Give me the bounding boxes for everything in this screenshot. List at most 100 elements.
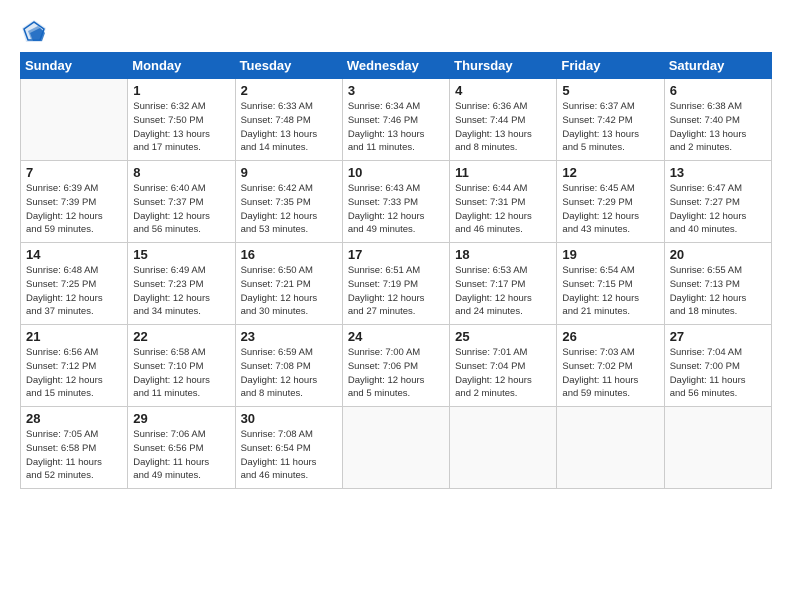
day-info: Sunrise: 6:34 AM Sunset: 7:46 PM Dayligh…: [348, 100, 444, 155]
day-cell: 26 Sunrise: 7:03 AM Sunset: 7:02 PM Dayli…: [557, 325, 664, 407]
day-number: 26: [562, 329, 658, 344]
day-info: Sunrise: 7:01 AM Sunset: 7:04 PM Dayligh…: [455, 346, 551, 401]
day-number: 19: [562, 247, 658, 262]
day-number: 8: [133, 165, 229, 180]
day-cell: 15 Sunrise: 6:49 AM Sunset: 7:23 PM Dayli…: [128, 243, 235, 325]
day-cell: 23 Sunrise: 6:59 AM Sunset: 7:08 PM Dayli…: [235, 325, 342, 407]
day-info: Sunrise: 6:56 AM Sunset: 7:12 PM Dayligh…: [26, 346, 122, 401]
day-number: 24: [348, 329, 444, 344]
day-info: Sunrise: 6:54 AM Sunset: 7:15 PM Dayligh…: [562, 264, 658, 319]
day-cell: 10 Sunrise: 6:43 AM Sunset: 7:33 PM Dayli…: [342, 161, 449, 243]
day-cell: 14Sunrise: 6:48 AM Sunset: 7:25 PM Dayli…: [21, 243, 128, 325]
day-number: 3: [348, 83, 444, 98]
day-cell: 13 Sunrise: 6:47 AM Sunset: 7:27 PM Dayli…: [664, 161, 771, 243]
day-cell: 25 Sunrise: 7:01 AM Sunset: 7:04 PM Dayli…: [450, 325, 557, 407]
day-info: Sunrise: 6:42 AM Sunset: 7:35 PM Dayligh…: [241, 182, 337, 237]
day-cell: [21, 79, 128, 161]
day-number: 22: [133, 329, 229, 344]
day-cell: 5Sunrise: 6:37 AM Sunset: 7:42 PM Daylig…: [557, 79, 664, 161]
header-row: SundayMondayTuesdayWednesdayThursdayFrid…: [21, 53, 772, 79]
day-number: 18: [455, 247, 551, 262]
day-info: Sunrise: 6:59 AM Sunset: 7:08 PM Dayligh…: [241, 346, 337, 401]
day-cell: 4Sunrise: 6:36 AM Sunset: 7:44 PM Daylig…: [450, 79, 557, 161]
page: SundayMondayTuesdayWednesdayThursdayFrid…: [0, 0, 792, 612]
col-header-wednesday: Wednesday: [342, 53, 449, 79]
week-row-1: 7Sunrise: 6:39 AM Sunset: 7:39 PM Daylig…: [21, 161, 772, 243]
day-number: 9: [241, 165, 337, 180]
day-cell: 6 Sunrise: 6:38 AM Sunset: 7:40 PM Daylig…: [664, 79, 771, 161]
day-info: Sunrise: 7:05 AM Sunset: 6:58 PM Dayligh…: [26, 428, 122, 483]
day-number: 17: [348, 247, 444, 262]
day-info: Sunrise: 6:58 AM Sunset: 7:10 PM Dayligh…: [133, 346, 229, 401]
day-cell: 7Sunrise: 6:39 AM Sunset: 7:39 PM Daylig…: [21, 161, 128, 243]
day-cell: 9 Sunrise: 6:42 AM Sunset: 7:35 PM Daylig…: [235, 161, 342, 243]
day-info: Sunrise: 6:47 AM Sunset: 7:27 PM Dayligh…: [670, 182, 766, 237]
day-cell: 22 Sunrise: 6:58 AM Sunset: 7:10 PM Dayli…: [128, 325, 235, 407]
header: [20, 18, 772, 46]
day-info: Sunrise: 6:40 AM Sunset: 7:37 PM Dayligh…: [133, 182, 229, 237]
day-number: 21: [26, 329, 122, 344]
day-cell: 27 Sunrise: 7:04 AM Sunset: 7:00 PM Dayli…: [664, 325, 771, 407]
day-number: 15: [133, 247, 229, 262]
day-info: Sunrise: 6:39 AM Sunset: 7:39 PM Dayligh…: [26, 182, 122, 237]
day-number: 27: [670, 329, 766, 344]
day-number: 13: [670, 165, 766, 180]
col-header-sunday: Sunday: [21, 53, 128, 79]
day-info: Sunrise: 7:06 AM Sunset: 6:56 PM Dayligh…: [133, 428, 229, 483]
day-number: 28: [26, 411, 122, 426]
day-cell: 18 Sunrise: 6:53 AM Sunset: 7:17 PM Dayli…: [450, 243, 557, 325]
col-header-monday: Monday: [128, 53, 235, 79]
day-number: 12: [562, 165, 658, 180]
day-info: Sunrise: 6:38 AM Sunset: 7:40 PM Dayligh…: [670, 100, 766, 155]
logo-icon: [20, 18, 48, 46]
day-info: Sunrise: 6:50 AM Sunset: 7:21 PM Dayligh…: [241, 264, 337, 319]
day-cell: 30Sunrise: 7:08 AM Sunset: 6:54 PM Dayli…: [235, 407, 342, 489]
col-header-thursday: Thursday: [450, 53, 557, 79]
day-info: Sunrise: 6:43 AM Sunset: 7:33 PM Dayligh…: [348, 182, 444, 237]
day-number: 2: [241, 83, 337, 98]
day-cell: 17 Sunrise: 6:51 AM Sunset: 7:19 PM Dayli…: [342, 243, 449, 325]
day-number: 20: [670, 247, 766, 262]
day-info: Sunrise: 6:37 AM Sunset: 7:42 PM Dayligh…: [562, 100, 658, 155]
calendar-table: SundayMondayTuesdayWednesdayThursdayFrid…: [20, 52, 772, 489]
day-number: 23: [241, 329, 337, 344]
week-row-2: 14Sunrise: 6:48 AM Sunset: 7:25 PM Dayli…: [21, 243, 772, 325]
week-row-3: 21 Sunrise: 6:56 AM Sunset: 7:12 PM Dayli…: [21, 325, 772, 407]
week-row-0: 1Sunrise: 6:32 AM Sunset: 7:50 PM Daylig…: [21, 79, 772, 161]
day-cell: 28 Sunrise: 7:05 AM Sunset: 6:58 PM Dayli…: [21, 407, 128, 489]
day-number: 29: [133, 411, 229, 426]
logo: [20, 18, 52, 46]
day-number: 25: [455, 329, 551, 344]
day-cell: 21 Sunrise: 6:56 AM Sunset: 7:12 PM Dayli…: [21, 325, 128, 407]
day-number: 6: [670, 83, 766, 98]
day-info: Sunrise: 6:53 AM Sunset: 7:17 PM Dayligh…: [455, 264, 551, 319]
col-header-tuesday: Tuesday: [235, 53, 342, 79]
day-number: 4: [455, 83, 551, 98]
day-info: Sunrise: 6:55 AM Sunset: 7:13 PM Dayligh…: [670, 264, 766, 319]
day-number: 16: [241, 247, 337, 262]
day-cell: 3 Sunrise: 6:34 AM Sunset: 7:46 PM Daylig…: [342, 79, 449, 161]
day-info: Sunrise: 7:04 AM Sunset: 7:00 PM Dayligh…: [670, 346, 766, 401]
day-cell: 2Sunrise: 6:33 AM Sunset: 7:48 PM Daylig…: [235, 79, 342, 161]
day-cell: 29 Sunrise: 7:06 AM Sunset: 6:56 PM Dayli…: [128, 407, 235, 489]
day-number: 11: [455, 165, 551, 180]
day-info: Sunrise: 7:08 AM Sunset: 6:54 PM Dayligh…: [241, 428, 337, 483]
day-info: Sunrise: 6:49 AM Sunset: 7:23 PM Dayligh…: [133, 264, 229, 319]
day-number: 10: [348, 165, 444, 180]
day-info: Sunrise: 6:51 AM Sunset: 7:19 PM Dayligh…: [348, 264, 444, 319]
day-cell: 16 Sunrise: 6:50 AM Sunset: 7:21 PM Dayli…: [235, 243, 342, 325]
week-row-4: 28 Sunrise: 7:05 AM Sunset: 6:58 PM Dayli…: [21, 407, 772, 489]
day-cell: 12 Sunrise: 6:45 AM Sunset: 7:29 PM Dayli…: [557, 161, 664, 243]
day-cell: 19 Sunrise: 6:54 AM Sunset: 7:15 PM Dayli…: [557, 243, 664, 325]
col-header-saturday: Saturday: [664, 53, 771, 79]
day-info: Sunrise: 6:32 AM Sunset: 7:50 PM Dayligh…: [133, 100, 229, 155]
day-info: Sunrise: 6:44 AM Sunset: 7:31 PM Dayligh…: [455, 182, 551, 237]
day-info: Sunrise: 7:03 AM Sunset: 7:02 PM Dayligh…: [562, 346, 658, 401]
day-cell: 20 Sunrise: 6:55 AM Sunset: 7:13 PM Dayli…: [664, 243, 771, 325]
day-cell: [664, 407, 771, 489]
day-info: Sunrise: 6:45 AM Sunset: 7:29 PM Dayligh…: [562, 182, 658, 237]
day-cell: 11 Sunrise: 6:44 AM Sunset: 7:31 PM Dayli…: [450, 161, 557, 243]
day-info: Sunrise: 7:00 AM Sunset: 7:06 PM Dayligh…: [348, 346, 444, 401]
day-info: Sunrise: 6:48 AM Sunset: 7:25 PM Dayligh…: [26, 264, 122, 319]
day-cell: [557, 407, 664, 489]
